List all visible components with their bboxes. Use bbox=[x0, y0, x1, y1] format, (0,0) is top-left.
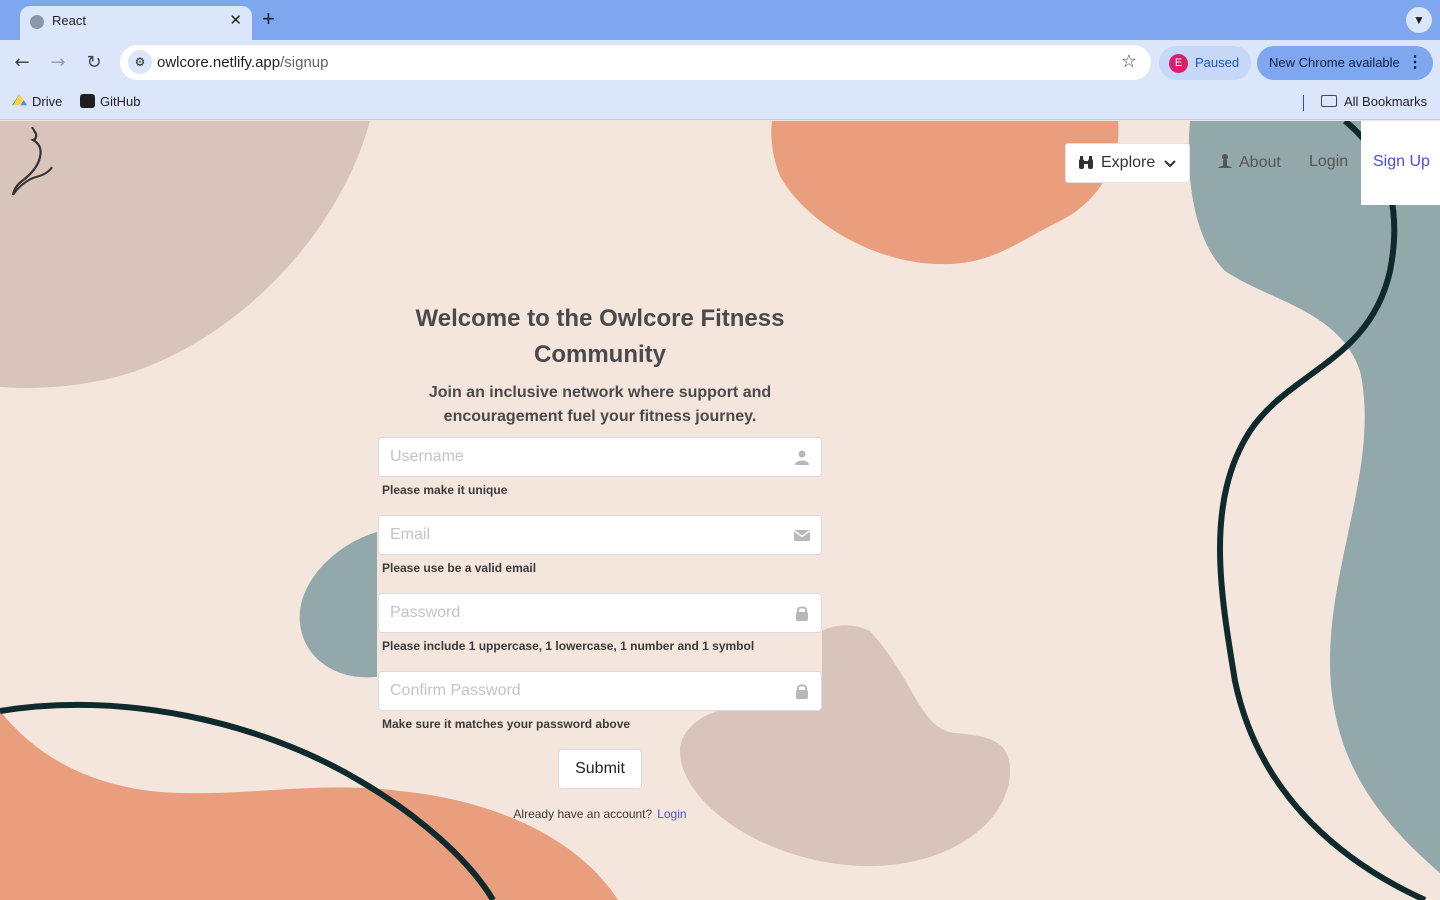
browser-tab[interactable]: React ✕ bbox=[20, 6, 252, 40]
decorative-background bbox=[0, 121, 1440, 900]
email-input[interactable] bbox=[379, 516, 779, 554]
login-prompt: Already have an account? Login bbox=[378, 807, 822, 821]
site-settings-icon[interactable]: ⚙ bbox=[128, 50, 152, 74]
confirm-password-help: Make sure it matches your password above bbox=[382, 717, 631, 731]
signup-nav-link[interactable]: Sign Up bbox=[1373, 153, 1430, 171]
avatar: E bbox=[1169, 54, 1188, 73]
password-help: Please include 1 uppercase, 1 lowercase,… bbox=[382, 639, 755, 653]
globe-icon bbox=[30, 15, 44, 29]
user-icon bbox=[795, 450, 809, 465]
close-tab-icon[interactable]: ✕ bbox=[229, 11, 242, 29]
already-text: Already have an account? bbox=[513, 807, 653, 821]
chevron-down-icon bbox=[1164, 160, 1176, 168]
signup-nav-tab[interactable]: Sign Up bbox=[1361, 121, 1440, 205]
email-help: Please use be a valid email bbox=[382, 561, 537, 575]
page-title: Welcome to the Owlcore Fitness Community bbox=[415, 305, 785, 368]
slate-blob-small bbox=[299, 532, 377, 678]
reload-icon[interactable]: ↻ bbox=[82, 51, 106, 75]
page-subtitle: Join an inclusive network where support … bbox=[428, 384, 772, 425]
drive-icon bbox=[12, 94, 27, 106]
about-link[interactable]: About bbox=[1217, 153, 1281, 172]
username-input[interactable] bbox=[379, 438, 779, 476]
forward-arrow-icon[interactable]: → bbox=[46, 51, 70, 75]
all-bookmarks[interactable]: All Bookmarks bbox=[1321, 94, 1427, 109]
password-input[interactable] bbox=[379, 594, 779, 632]
profile-status: Paused bbox=[1195, 55, 1240, 70]
password-field[interactable] bbox=[378, 593, 822, 633]
tab-search-chevron-icon[interactable]: ▼ bbox=[1406, 7, 1432, 33]
bookmarks-divider bbox=[1303, 95, 1304, 111]
bookmark-github[interactable]: GitHub bbox=[80, 94, 140, 109]
lock-icon bbox=[796, 606, 808, 621]
login-link[interactable]: Login bbox=[657, 807, 686, 821]
browser-toolbar: ← → ↻ ⚙ owlcore.netlify.app/signup ☆ E P… bbox=[0, 40, 1440, 86]
address-bar[interactable]: ⚙ owlcore.netlify.app/signup ☆ bbox=[120, 45, 1151, 80]
username-field[interactable] bbox=[378, 437, 822, 477]
explore-dropdown[interactable]: Explore bbox=[1065, 143, 1190, 183]
folder-icon bbox=[1321, 95, 1337, 107]
github-icon bbox=[80, 94, 95, 108]
email-field[interactable] bbox=[378, 515, 822, 555]
top-navigation: Explore About Login Sign Up bbox=[0, 121, 1440, 205]
taupe-blob-lower bbox=[680, 625, 1010, 867]
browser-tab-strip: React ✕ + ▼ bbox=[0, 0, 1440, 40]
url-text[interactable]: owlcore.netlify.app/signup bbox=[157, 54, 329, 71]
confirm-password-input[interactable] bbox=[379, 672, 779, 710]
submit-button[interactable]: Submit bbox=[558, 749, 642, 789]
salmon-blob-bottom bbox=[0, 711, 618, 900]
lock-icon bbox=[796, 684, 808, 699]
explore-label: Explore bbox=[1101, 154, 1156, 171]
confirm-password-field[interactable] bbox=[378, 671, 822, 711]
bookmark-drive[interactable]: Drive bbox=[12, 94, 62, 109]
bookmark-star-icon[interactable]: ☆ bbox=[1121, 51, 1137, 72]
back-arrow-icon[interactable]: ← bbox=[10, 51, 34, 75]
bookmarks-bar: Drive GitHub All Bookmarks bbox=[0, 86, 1440, 120]
person-icon bbox=[1218, 154, 1232, 168]
envelope-icon bbox=[794, 530, 810, 541]
binoculars-icon bbox=[1079, 156, 1093, 169]
tab-title: React bbox=[52, 13, 86, 28]
update-label: New Chrome available bbox=[1269, 55, 1400, 70]
kebab-menu-icon[interactable]: ⋮ bbox=[1407, 52, 1423, 72]
login-nav-link[interactable]: Login bbox=[1309, 153, 1348, 171]
new-tab-icon[interactable]: + bbox=[262, 7, 275, 31]
update-chrome-button[interactable]: New Chrome available ⋮ bbox=[1257, 46, 1433, 80]
profile-button[interactable]: E Paused bbox=[1159, 46, 1251, 80]
signup-page: Explore About Login Sign Up Welcome to t… bbox=[0, 121, 1440, 900]
username-help: Please make it unique bbox=[382, 483, 508, 497]
